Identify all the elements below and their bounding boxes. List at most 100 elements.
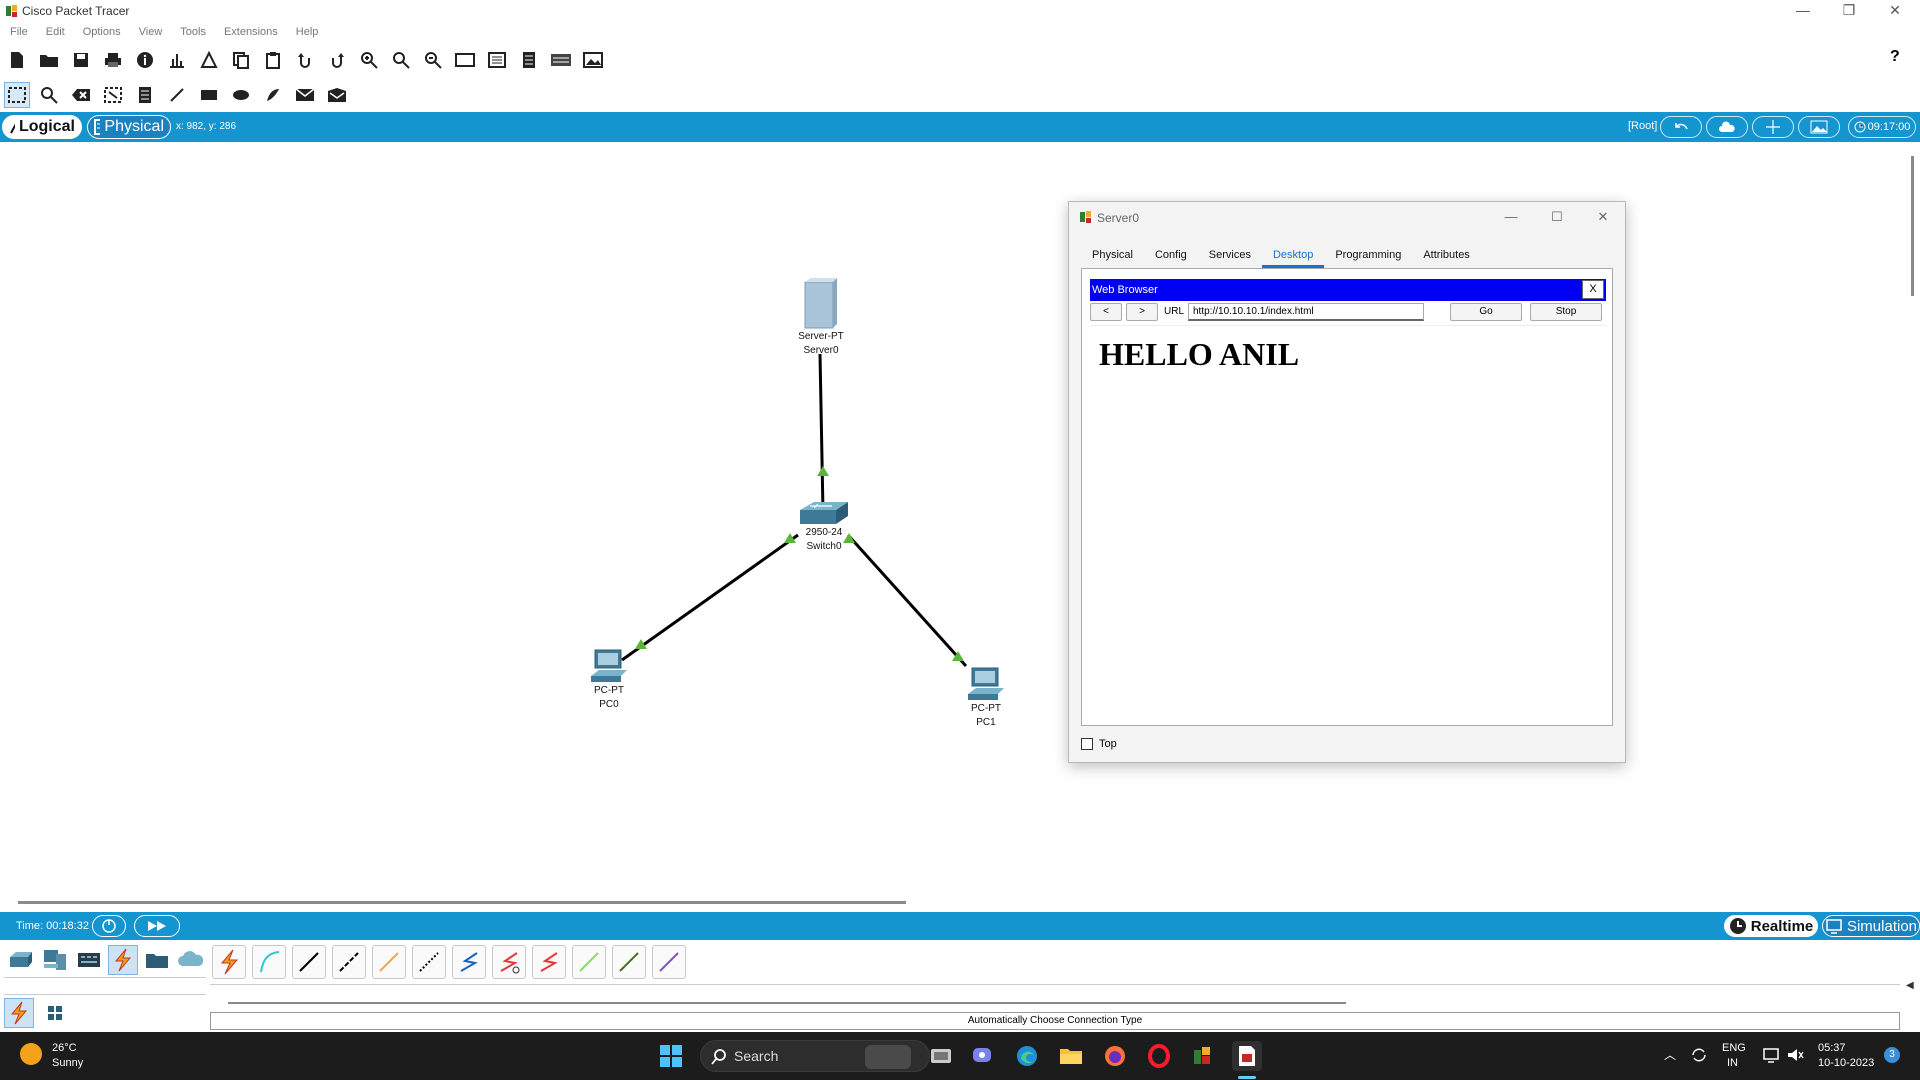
zoom-out-icon[interactable] [420,47,446,73]
place-note-icon[interactable] [132,82,158,108]
screenshot-icon[interactable] [580,47,606,73]
panel-scroll-left-icon[interactable]: ◀ [1906,980,1914,991]
multiuser-category-icon[interactable] [176,945,206,975]
inspect-icon[interactable] [36,82,62,108]
serial-dte-icon[interactable] [532,945,566,979]
vertical-scroll-thumb[interactable] [1911,156,1914,296]
close-button[interactable]: ✕ [1872,0,1918,22]
viewport-clock[interactable]: 09:17:00 [1848,116,1916,138]
realtime-mode-button[interactable]: Realtime [1724,915,1818,937]
draw-line-icon[interactable] [164,82,190,108]
resize-shape-icon[interactable] [100,82,126,108]
tab-config[interactable]: Config [1144,244,1198,268]
add-simple-pdu-icon[interactable] [292,82,318,108]
stop-button[interactable]: Stop [1530,303,1602,321]
workspace-horizontal-scrollbar[interactable] [18,901,906,904]
tray-overflow-icon[interactable]: ︿ [1664,1046,1676,1063]
tab-physical[interactable]: Physical [1081,244,1144,268]
menu-file[interactable]: File [10,22,28,42]
network-info-icon[interactable] [164,47,190,73]
connections-grid-icon[interactable] [40,998,70,1028]
menu-options[interactable]: Options [83,22,121,42]
browser-forward-button[interactable]: > [1126,303,1158,321]
custom-device-icon[interactable] [484,47,510,73]
workspace-vertical-scrollbar[interactable] [1908,142,1920,906]
copper-cross-over-icon[interactable] [332,945,366,979]
activity-wizard-icon[interactable] [196,47,222,73]
iot-custom-cable-icon[interactable] [612,945,646,979]
logical-view-button[interactable]: Logical [2,115,82,139]
physical-view-button[interactable]: Physical [87,115,171,139]
task-view-icon[interactable] [926,1041,956,1071]
dialog-minimize-button[interactable]: — [1491,206,1531,228]
fiber-icon[interactable] [372,945,406,979]
sync-icon[interactable] [1690,1046,1708,1064]
end-devices-category-icon[interactable] [40,945,70,975]
packet-tracer-taskbar-icon[interactable] [1188,1041,1218,1071]
tab-programming[interactable]: Programming [1324,244,1412,268]
menu-edit[interactable]: Edit [46,22,65,42]
notes-icon[interactable] [516,47,542,73]
add-complex-pdu-icon[interactable] [324,82,350,108]
browser-back-button[interactable]: < [1090,303,1122,321]
minimize-button[interactable]: — [1780,0,1826,22]
zoom-reset-icon[interactable] [388,47,414,73]
link-server-switch[interactable] [818,353,825,513]
link-switch-pc0[interactable] [621,533,799,662]
fast-forward-button[interactable] [134,915,180,937]
menu-view[interactable]: View [139,22,163,42]
opera-icon[interactable] [1144,1041,1174,1071]
edge-browser-icon[interactable] [1012,1041,1042,1071]
paste-icon[interactable] [260,47,286,73]
usb-cable-icon[interactable] [652,945,686,979]
start-button[interactable] [656,1041,686,1071]
notification-badge[interactable]: 3 [1884,1047,1900,1063]
power-cycle-button[interactable] [92,915,126,937]
simulation-mode-button[interactable]: Simulation [1822,915,1920,937]
dialog-close-button[interactable]: ✕ [1583,206,1623,228]
menu-tools[interactable]: Tools [180,22,206,42]
open-folder-icon[interactable] [36,47,62,73]
top-checkbox[interactable] [1081,738,1093,750]
teams-chat-icon[interactable] [968,1041,998,1071]
new-cluster-button[interactable] [1706,116,1748,138]
delete-icon[interactable] [68,82,94,108]
undo-icon[interactable] [292,47,318,73]
console-cable-icon[interactable] [252,945,286,979]
taskbar-time[interactable]: 05:37 [1818,1042,1846,1054]
link-switch-pc1[interactable] [846,533,968,668]
info-icon[interactable] [132,47,158,73]
print-icon[interactable] [100,47,126,73]
serial-dce-icon[interactable] [492,945,526,979]
new-file-icon[interactable] [4,47,30,73]
move-object-button[interactable] [1752,116,1794,138]
copy-icon[interactable] [228,47,254,73]
set-background-button[interactable] [1798,116,1840,138]
tab-attributes[interactable]: Attributes [1412,244,1480,268]
freeform-icon[interactable] [260,82,286,108]
drawing-palette-icon[interactable] [452,47,478,73]
zoom-in-icon[interactable] [356,47,382,73]
auto-connection-icon[interactable] [212,945,246,979]
coaxial-cable-icon[interactable] [452,945,486,979]
connections-category-icon[interactable] [108,945,138,975]
dialog-maximize-button[interactable]: ☐ [1537,206,1577,228]
menu-help[interactable]: Help [296,22,319,42]
connection-panel-scrollbar[interactable] [228,1002,1346,1004]
redo-icon[interactable] [324,47,350,73]
phone-cable-icon[interactable] [412,945,446,979]
network-devices-category-icon[interactable] [6,945,36,975]
draw-rectangle-icon[interactable] [196,82,222,108]
firefox-icon[interactable] [1100,1041,1130,1071]
components-category-icon[interactable] [74,945,104,975]
miscellaneous-category-icon[interactable] [142,945,172,975]
help-button[interactable]: ? [1890,48,1900,66]
file-explorer-icon[interactable] [1056,1041,1086,1071]
menu-extensions[interactable]: Extensions [224,22,278,42]
tab-services[interactable]: Services [1198,244,1262,268]
volume-muted-icon[interactable] [1786,1046,1804,1064]
tab-desktop[interactable]: Desktop [1261,244,1325,268]
restore-button[interactable]: ❐ [1826,0,1872,22]
pdu-list-icon[interactable] [548,47,574,73]
web-browser-close-button[interactable]: X [1582,280,1604,299]
